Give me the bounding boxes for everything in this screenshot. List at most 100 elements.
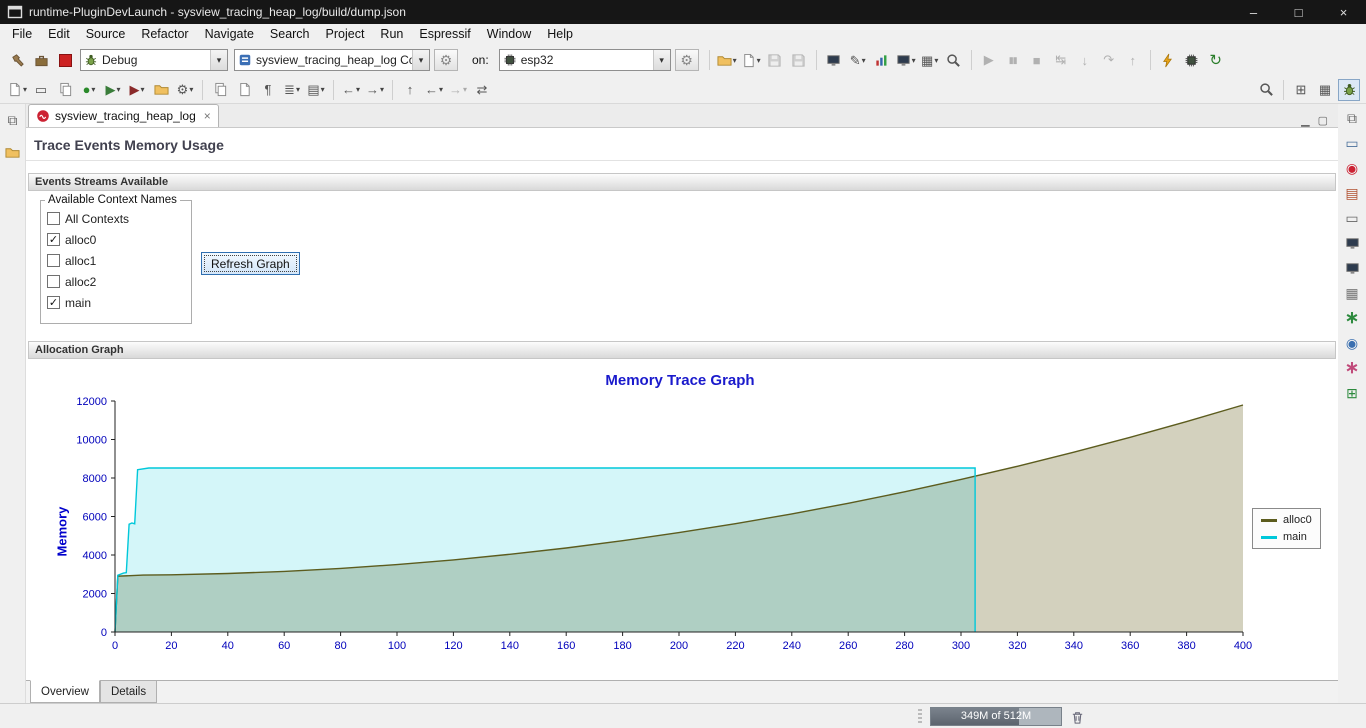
build-icon[interactable]	[6, 49, 28, 71]
resume-icon[interactable]: ▶	[978, 49, 1000, 71]
menu-window[interactable]: Window	[479, 24, 539, 44]
drag-handle[interactable]	[918, 709, 922, 724]
registers-view-icon[interactable]: ▦	[1342, 283, 1362, 303]
maximize-view-icon[interactable]: ▢	[1318, 114, 1328, 127]
file-icon[interactable]	[233, 79, 255, 101]
forward-history-icon[interactable]: →▾	[447, 79, 469, 101]
tools-icon[interactable]: ✎▾	[847, 49, 869, 71]
new-window-icon[interactable]: ▭	[30, 79, 52, 101]
refresh-graph-button[interactable]: Refresh Graph	[201, 252, 300, 275]
project-explorer-icon[interactable]	[3, 142, 23, 162]
suspend-icon[interactable]: ▮▮	[1002, 49, 1024, 71]
inspect-icon[interactable]	[943, 49, 965, 71]
chart-tool-icon[interactable]	[871, 49, 893, 71]
chevron-down-icon[interactable]: ▾	[210, 50, 227, 70]
next-annotation-icon[interactable]: →▾	[364, 79, 386, 101]
prev-annotation-icon[interactable]: ←▾	[340, 79, 362, 101]
checkbox-box[interactable]	[47, 275, 60, 288]
serial-monitor-icon[interactable]	[823, 49, 845, 71]
link-editor-icon[interactable]: ⇄	[471, 79, 493, 101]
console-view-icon[interactable]	[1342, 258, 1362, 278]
checkbox-alloc2[interactable]: alloc2	[47, 271, 191, 292]
debug-perspective-icon[interactable]	[1338, 79, 1360, 101]
erase-flash-icon[interactable]	[1181, 49, 1203, 71]
checkbox-box[interactable]: ✓	[47, 233, 60, 246]
save-all-icon[interactable]	[788, 49, 810, 71]
new-launch-icon[interactable]: ▾	[716, 49, 738, 71]
terminal-view-icon[interactable]	[1342, 233, 1362, 253]
external-tools-icon[interactable]	[30, 49, 52, 71]
checkbox-all-contexts[interactable]: All Contexts	[47, 208, 191, 229]
menu-source[interactable]: Source	[78, 24, 134, 44]
launch-config-gear-icon[interactable]: ⚙	[434, 49, 458, 71]
step-into-icon[interactable]: ↓	[1074, 49, 1096, 71]
target-gear-icon[interactable]: ⚙	[675, 49, 699, 71]
menu-project[interactable]: Project	[318, 24, 373, 44]
list-icon[interactable]: ≣▾	[281, 79, 303, 101]
clipboard-icon[interactable]	[54, 79, 76, 101]
external-config-icon[interactable]: ⚙▾	[174, 79, 196, 101]
close-button[interactable]: ×	[1321, 0, 1366, 24]
show-whitespace-icon[interactable]: ¶	[257, 79, 279, 101]
menu-search[interactable]: Search	[262, 24, 318, 44]
maximize-button[interactable]: □	[1276, 0, 1321, 24]
checkbox-box[interactable]	[47, 212, 60, 225]
grid-view-icon[interactable]: ▦▾	[919, 49, 941, 71]
menu-edit[interactable]: Edit	[40, 24, 78, 44]
export-launch-icon[interactable]: ▾	[740, 49, 762, 71]
minimize-view-icon[interactable]: ▁	[1301, 114, 1309, 127]
tab-close-icon[interactable]: ×	[204, 109, 211, 123]
minimize-button[interactable]: –	[1231, 0, 1276, 24]
checkbox-box[interactable]: ✓	[47, 296, 60, 309]
checkbox-main[interactable]: ✓main	[47, 292, 191, 313]
bottom-tab-overview[interactable]: Overview	[30, 680, 100, 703]
checkbox-box[interactable]	[47, 254, 60, 267]
back-history-icon[interactable]: ←▾	[423, 79, 445, 101]
launch-config-combo[interactable]: sysview_tracing_heap_log Configu ▾	[234, 49, 430, 71]
expressions-view-icon[interactable]: ∗	[1342, 358, 1362, 378]
heap-log-icon[interactable]: ▤	[1342, 183, 1362, 203]
flash-icon[interactable]	[1157, 49, 1179, 71]
trace-record-icon[interactable]: ◉	[1342, 158, 1362, 178]
refresh-icon[interactable]: ↻	[1205, 49, 1227, 71]
bottom-tab-details[interactable]: Details	[100, 681, 157, 703]
copy-icon[interactable]	[209, 79, 231, 101]
debug-launch-icon[interactable]: ▶▾	[102, 79, 124, 101]
checkbox-alloc0[interactable]: ✓alloc0	[47, 229, 191, 250]
last-edit-icon[interactable]: ↑	[399, 79, 421, 101]
menu-run[interactable]: Run	[372, 24, 411, 44]
restore-pane-icon[interactable]: ⧉	[1342, 108, 1362, 128]
chevron-down-icon[interactable]: ▾	[653, 50, 670, 70]
console-icon[interactable]: ▾	[895, 49, 917, 71]
run-launch-icon[interactable]: ▶▾	[126, 79, 148, 101]
terminate-icon[interactable]	[54, 49, 76, 71]
target-combo[interactable]: esp32 ▾	[499, 49, 671, 71]
outline-icon[interactable]: ▤▾	[305, 79, 327, 101]
menu-file[interactable]: File	[4, 24, 40, 44]
garbage-collect-icon[interactable]	[1068, 708, 1086, 726]
checkbox-alloc1[interactable]: alloc1	[47, 250, 191, 271]
menu-refactor[interactable]: Refactor	[133, 24, 196, 44]
stop-icon[interactable]: ■	[1026, 49, 1048, 71]
perspective-grid-icon[interactable]: ▦	[1314, 79, 1336, 101]
peripherals-view-icon[interactable]: ◉	[1342, 333, 1362, 353]
new-wizard-icon[interactable]: ▾	[6, 79, 28, 101]
variables-view-icon[interactable]: ▭	[1342, 208, 1362, 228]
layout-icon[interactable]: ▭	[1342, 133, 1362, 153]
disconnect-icon[interactable]: ↹	[1050, 49, 1072, 71]
menu-espressif[interactable]: Espressif	[411, 24, 478, 44]
coverage-icon[interactable]: ●▾	[78, 79, 100, 101]
breakpoints-view-icon[interactable]: ∗	[1342, 308, 1362, 328]
step-over-icon[interactable]: ↷	[1098, 49, 1120, 71]
open-perspective-icon[interactable]: ⊞	[1290, 79, 1312, 101]
step-return-icon[interactable]: ↑	[1122, 49, 1144, 71]
save-icon[interactable]	[764, 49, 786, 71]
editor-tab[interactable]: sysview_tracing_heap_log ×	[28, 104, 219, 127]
menu-navigate[interactable]: Navigate	[197, 24, 262, 44]
debug-mode-combo[interactable]: Debug ▾	[80, 49, 228, 71]
open-folder-icon[interactable]	[150, 79, 172, 101]
search-icon[interactable]	[1255, 79, 1277, 101]
chevron-down-icon[interactable]: ▾	[412, 50, 429, 70]
restore-views-icon[interactable]: ⧉	[3, 110, 23, 130]
memory-view-icon[interactable]: ⊞	[1342, 383, 1362, 403]
